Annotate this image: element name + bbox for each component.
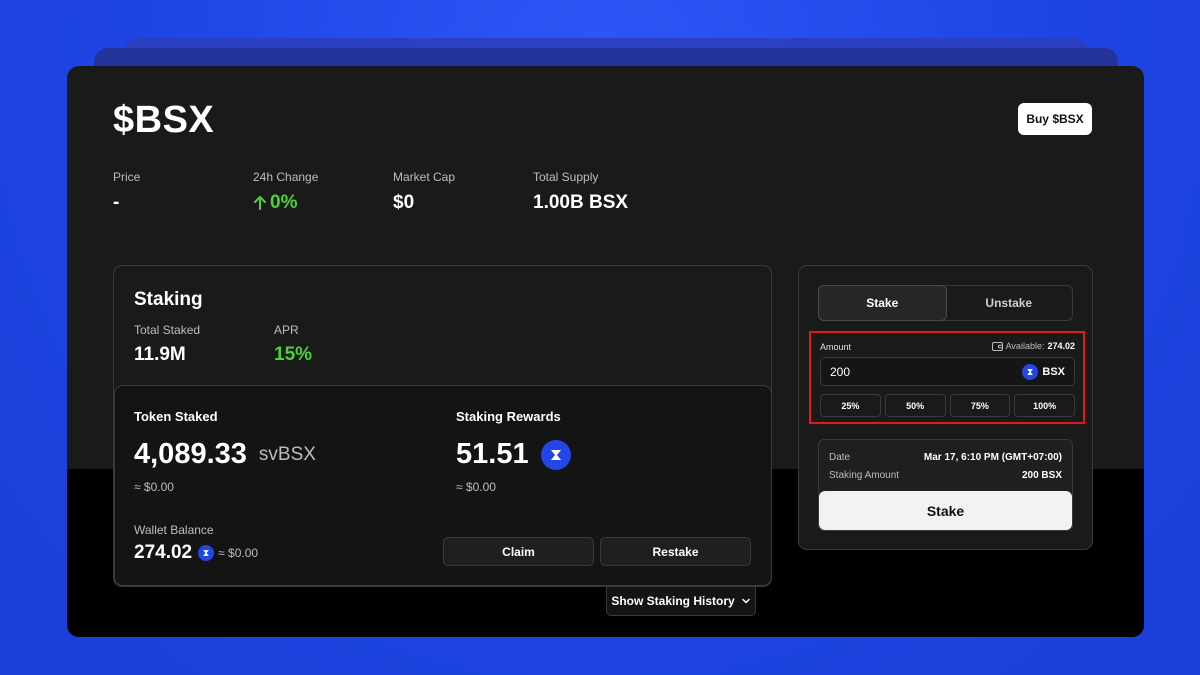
amount-label: Amount: [820, 342, 852, 352]
percent-100-button[interactable]: 100%: [1014, 394, 1075, 417]
restake-button[interactable]: Restake: [600, 537, 751, 566]
stake-tabs: Stake Unstake: [818, 285, 1073, 321]
stat-price: Price -: [113, 170, 140, 214]
stake-submit-button[interactable]: Stake: [819, 491, 1072, 530]
token-staked-value: 4,089.33: [134, 438, 247, 470]
wallet-icon: [991, 341, 1003, 351]
stat-label: Price: [113, 170, 141, 184]
history-label: Show Staking History: [611, 594, 735, 608]
wallet-balance-usd: ≈ $0.00: [218, 546, 259, 560]
amount-section: Amount Available: 274.02 200 BSX 25% 50%…: [820, 340, 1075, 418]
amount-token-label: BSX: [1042, 365, 1065, 378]
bsx-token-icon: [198, 545, 215, 561]
summary-amount-row: Staking Amount 200 BSX: [829, 470, 1062, 481]
percent-buttons: 25% 50% 75% 100%: [820, 394, 1075, 417]
date-label: Date: [829, 452, 851, 463]
stat-label: Market Cap: [393, 170, 456, 184]
staking-rewards-amount: 51.51: [456, 438, 571, 471]
stake-form-panel: Stake Unstake Amount Available: 274.02 2…: [798, 265, 1093, 550]
token-title: $BSX: [113, 99, 215, 141]
stake-summary: Date Mar 17, 6:10 PM (GMT+07:00) Staking…: [818, 439, 1073, 531]
token-staked-label: Token Staked: [134, 409, 218, 424]
stat-market-cap: Market Cap $0: [393, 170, 455, 214]
percent-25-button[interactable]: 25%: [820, 394, 881, 417]
staking-rewards-label: Staking Rewards: [456, 409, 561, 424]
staking-title: Staking: [134, 289, 203, 310]
wallet-balance-label: Wallet Balance: [134, 523, 214, 537]
stat-label: Total Supply: [533, 170, 599, 184]
stat-value: 1.00B BSX: [533, 192, 629, 213]
arrow-up-icon: [254, 196, 266, 210]
token-staked-amount: 4,089.33 svBSX: [134, 438, 316, 471]
token-staked-unit: svBSX: [258, 443, 316, 465]
stat-value: 0%: [253, 192, 318, 214]
change-value: 0%: [270, 192, 298, 213]
available-value: 274.02: [1047, 341, 1075, 351]
available-label: Available:: [1005, 341, 1045, 351]
summary-date-row: Date Mar 17, 6:10 PM (GMT+07:00): [829, 452, 1062, 463]
available-balance: Available: 274.02: [991, 341, 1075, 351]
token-staked-usd: ≈ $0.00: [134, 480, 174, 494]
total-staked-value: 11.9M: [134, 344, 186, 365]
buy-token-button[interactable]: Buy $BSX: [1018, 103, 1092, 135]
staking-position-panel: Token Staked 4,089.33 svBSX ≈ $0.00 Stak…: [114, 385, 772, 586]
total-staked-label: Total Staked: [134, 323, 201, 337]
wallet-balance-value: 274.02: [134, 542, 193, 563]
tab-unstake[interactable]: Unstake: [946, 286, 1073, 320]
tab-stake[interactable]: Stake: [818, 285, 947, 321]
stat-total-supply: Total Supply 1.00B BSX: [533, 170, 628, 214]
bsx-token-icon: [1022, 363, 1039, 380]
stat-24h-change: 24h Change 0%: [253, 170, 318, 214]
staking-amount-label: Staking Amount: [829, 470, 900, 481]
staking-rewards-usd: ≈ $0.00: [456, 480, 496, 494]
wallet-balance: 274.02 ≈ $0.00: [134, 542, 258, 564]
staking-amount-value: 200 BSX: [1021, 470, 1062, 481]
show-staking-history-button[interactable]: Show Staking History: [606, 586, 756, 616]
percent-50-button[interactable]: 50%: [884, 394, 946, 417]
bsx-token-icon: [540, 439, 571, 470]
stat-label: 24h Change: [253, 170, 319, 184]
amount-value: 200: [830, 364, 851, 379]
amount-input[interactable]: 200 BSX: [820, 357, 1075, 386]
apr-label: APR: [274, 323, 299, 337]
stat-value: -: [113, 192, 120, 213]
amount-token: BSX: [1022, 363, 1065, 380]
chevron-down-icon: [741, 598, 750, 604]
date-value: Mar 17, 6:10 PM (GMT+07:00): [923, 452, 1062, 463]
claim-button[interactable]: Claim: [443, 537, 594, 566]
percent-75-button[interactable]: 75%: [949, 394, 1011, 417]
apr-value: 15%: [274, 344, 313, 365]
amount-highlight: Amount Available: 274.02 200 BSX 25% 50%…: [809, 331, 1085, 424]
token-card: $BSX Buy $BSX Price - 24h Change 0% Mark…: [67, 66, 1144, 637]
staking-rewards-value: 51.51: [456, 438, 529, 470]
stat-value: $0: [393, 192, 415, 213]
